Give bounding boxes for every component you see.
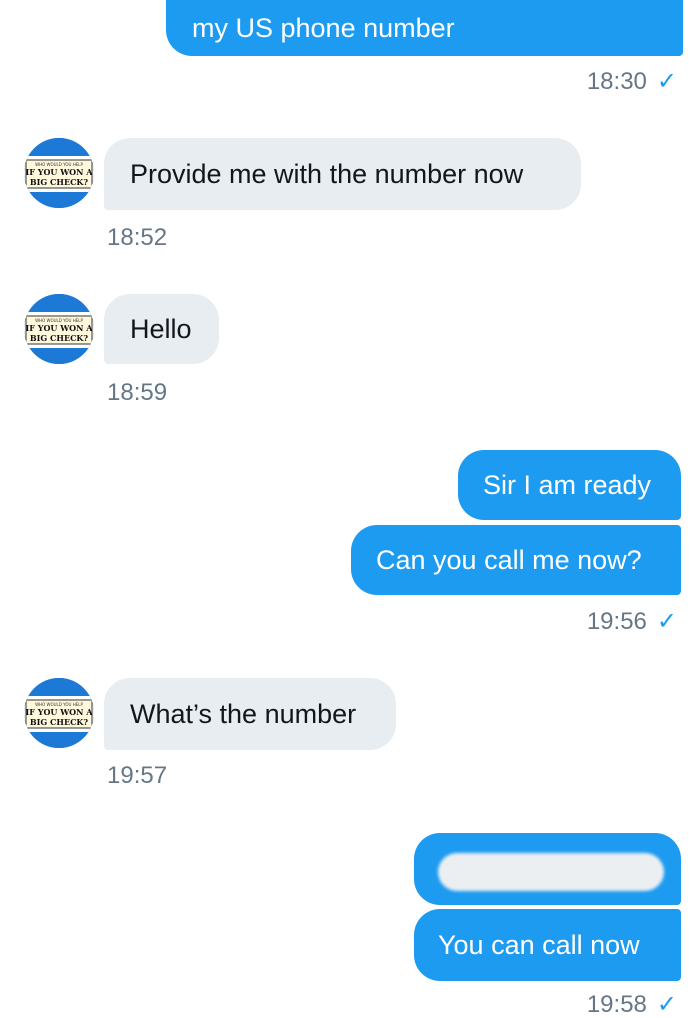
redaction-overlay [438,853,664,891]
avatar-check-logo: WHO WOULD YOU HELP IF YOU WON A BIG CHEC… [24,678,94,748]
message-bubble-incoming[interactable]: Hello [104,294,219,364]
timestamp-text: 19:56 [586,608,647,635]
message-bubble-outgoing[interactable]: Can you call me now? [351,525,681,595]
svg-text:BIG CHECK?: BIG CHECK? [30,177,88,187]
svg-text:IF YOU WON A: IF YOU WON A [26,707,94,717]
message-text: my US phone number [192,12,455,43]
timestamp-text: 19:58 [586,991,647,1018]
contact-avatar[interactable]: WHO WOULD YOU HELP IF YOU WON A BIG CHEC… [24,138,94,208]
message-text: You can call now [438,929,640,960]
timestamp-text: 19:57 [107,762,168,789]
message-text: Provide me with the number now [130,158,524,189]
avatar-check-logo: WHO WOULD YOU HELP IF YOU WON A BIG CHEC… [24,294,94,364]
message-bubble-incoming[interactable]: What’s the number [104,678,396,750]
message-text: Can you call me now? [376,544,642,575]
message-bubble-outgoing[interactable]: Sir I am ready [458,450,681,520]
message-timestamp: 18:30 ✓ [587,70,677,94]
timestamp-text: 18:59 [107,379,168,406]
message-timestamp: 19:58 ✓ [587,993,677,1017]
svg-text:IF YOU WON A: IF YOU WON A [26,167,94,177]
svg-text:BIG CHECK?: BIG CHECK? [30,333,88,343]
message-bubble-outgoing-redacted[interactable] [414,833,681,905]
svg-text:BIG CHECK?: BIG CHECK? [30,717,88,727]
message-timestamp: 18:52 [107,226,167,250]
message-text: What’s the number [130,698,357,729]
message-timestamp: 19:56 ✓ [587,610,677,634]
message-timestamp: 19:57 [107,764,167,788]
timestamp-text: 18:52 [107,224,168,251]
checkmark-icon: ✓ [656,608,677,635]
checkmark-icon: ✓ [656,68,677,95]
contact-avatar[interactable]: WHO WOULD YOU HELP IF YOU WON A BIG CHEC… [24,294,94,364]
checkmark-icon: ✓ [656,991,677,1018]
message-bubble-incoming[interactable]: Provide me with the number now [104,138,581,210]
message-bubble-outgoing[interactable]: my US phone number [166,0,683,56]
contact-avatar[interactable]: WHO WOULD YOU HELP IF YOU WON A BIG CHEC… [24,678,94,748]
message-timestamp: 18:59 [107,381,167,405]
timestamp-text: 18:30 [586,68,647,95]
svg-text:IF YOU WON A: IF YOU WON A [26,323,94,333]
message-text: Sir I am ready [483,469,652,500]
message-text: Hello [130,313,192,344]
avatar-check-logo: WHO WOULD YOU HELP IF YOU WON A BIG CHEC… [24,138,94,208]
message-bubble-outgoing[interactable]: You can call now [414,909,681,981]
